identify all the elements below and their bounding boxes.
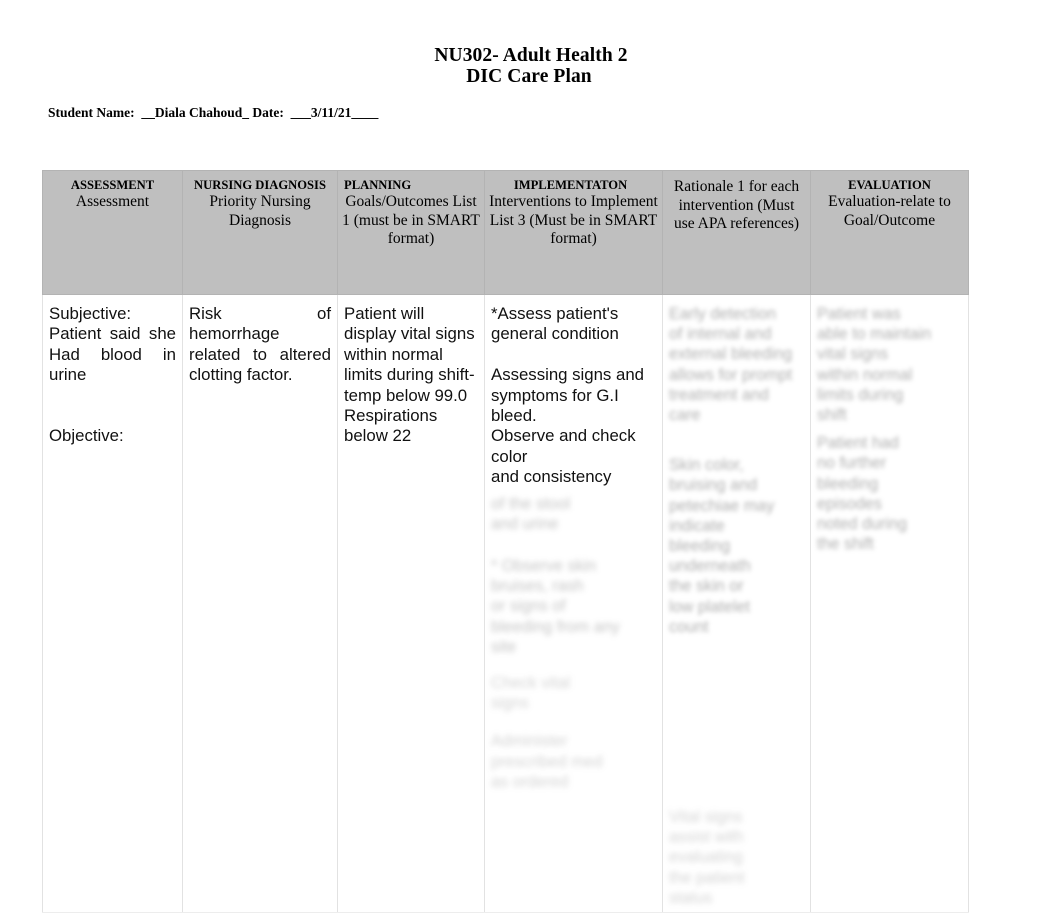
assessment-objective-label: Objective: bbox=[49, 426, 124, 446]
implementation-intervention-1: *Assess patient's general condition bbox=[491, 304, 623, 344]
column-header-planning-subtitle: Goals/Outcomes List 1 (must be in SMART … bbox=[342, 193, 480, 248]
evaluation-faded-text-1: Patient was able to maintain vital signs… bbox=[817, 305, 932, 425]
column-header-nursing-diagnosis-title: NURSING DIAGNOSIS bbox=[194, 178, 326, 192]
column-header-implementation-title: IMPLEMENTATON bbox=[513, 178, 628, 192]
column-header-assessment: ASSESSMENT Assessment bbox=[42, 170, 183, 295]
evaluation-faded-text-2: Patient had no further bleeding episodes… bbox=[817, 434, 908, 554]
implementation-faded-text-4: Administer prescribed med as ordered bbox=[491, 732, 603, 791]
title-line-1: NU302- Adult Health 2 bbox=[434, 45, 628, 66]
column-header-nursing-diagnosis: NURSING DIAGNOSIS Priority Nursing Diagn… bbox=[182, 170, 338, 295]
rationale-faded-text-3: Vital signs assist with evaluating the p… bbox=[669, 808, 745, 907]
nursing-diagnosis-text: Risk of hemorrhage related to altered cl… bbox=[189, 304, 336, 385]
implementation-intervention-2: Assessing signs and symptoms for G.I ble… bbox=[491, 365, 644, 487]
cell-implementation: *Assess patient's general condition Asse… bbox=[484, 294, 663, 913]
title-line-2: DIC Care Plan bbox=[466, 66, 592, 87]
student-name-date-line: Student Name: __Diala Chahoud_ Date: ___… bbox=[48, 105, 379, 120]
planning-goal-text: Patient will display vital signs within … bbox=[344, 304, 480, 446]
cell-nursing-diagnosis: Risk of hemorrhage related to altered cl… bbox=[182, 294, 338, 913]
column-header-planning: PLANNING Goals/Outcomes List 1 (must be … bbox=[337, 170, 485, 295]
rationale-faded-text-1: Early detection of internal and external… bbox=[669, 305, 793, 425]
implementation-faded-text-2: * Observe skin bruises, rash or signs of… bbox=[491, 557, 620, 656]
implementation-faded-text-3: Check vital signs bbox=[491, 674, 571, 713]
assessment-subjective-text: Subjective: Patient said she Had blood i… bbox=[49, 304, 176, 385]
cell-evaluation: Patient was able to maintain vital signs… bbox=[810, 294, 969, 913]
column-header-evaluation-title: EVALUATION bbox=[848, 178, 931, 192]
column-header-planning-title: PLANNING bbox=[344, 178, 412, 192]
column-header-evaluation: EVALUATION Evaluation-relate to Goal/Out… bbox=[810, 170, 969, 295]
rationale-faded-text-2: Skin color, bruising and petechiae may i… bbox=[669, 456, 775, 636]
column-header-implementation-subtitle: Interventions to Implement List 3 (Must … bbox=[489, 193, 658, 248]
column-header-assessment-subtitle: Assessment bbox=[75, 193, 150, 210]
column-header-nursing-diagnosis-subtitle: Priority Nursing Diagnosis bbox=[209, 193, 311, 229]
implementation-faded-text-1: of the stool and urine bbox=[491, 494, 571, 533]
column-header-assessment-title: ASSESSMENT bbox=[70, 178, 155, 192]
column-header-rationale-subtitle: Rationale 1 for each intervention (Must … bbox=[673, 178, 800, 233]
column-header-evaluation-subtitle: Evaluation-relate to Goal/Outcome bbox=[828, 193, 951, 229]
document-title: NU302- Adult Health 2 DIC Care Plan bbox=[0, 45, 1062, 87]
cell-rationale: Early detection of internal and external… bbox=[662, 294, 811, 913]
table-header-row: ASSESSMENT Assessment NURSING DIAGNOSIS … bbox=[42, 170, 969, 295]
cell-assessment: Subjective: Patient said she Had blood i… bbox=[42, 294, 183, 913]
column-header-rationale: Rationale 1 for each intervention (Must … bbox=[662, 170, 811, 295]
cell-planning: Patient will display vital signs within … bbox=[337, 294, 485, 913]
document-page: NU302- Adult Health 2 DIC Care Plan Stud… bbox=[0, 0, 1062, 913]
table-row: Subjective: Patient said she Had blood i… bbox=[42, 294, 969, 913]
care-plan-table: ASSESSMENT Assessment NURSING DIAGNOSIS … bbox=[42, 170, 969, 913]
column-header-implementation: IMPLEMENTATON Interventions to Implement… bbox=[484, 170, 663, 295]
